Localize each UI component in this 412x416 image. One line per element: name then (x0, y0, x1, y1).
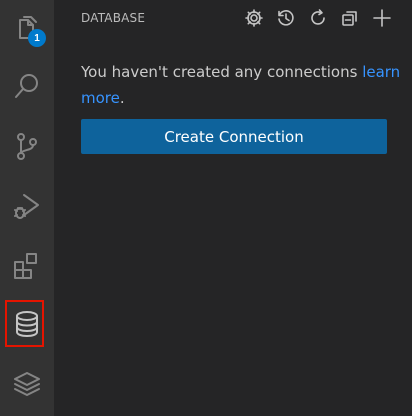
settings-button[interactable] (242, 6, 266, 30)
message-suffix: . (119, 89, 125, 107)
message-text: You haven't created any connections (81, 63, 363, 81)
source-control-icon (10, 129, 44, 163)
activity-run-debug[interactable] (0, 178, 54, 234)
activity-bar: 1 (0, 0, 54, 416)
activity-source-control[interactable] (0, 118, 54, 174)
add-connection-button[interactable] (370, 6, 394, 30)
run-debug-icon (10, 189, 44, 223)
database-icon (10, 307, 44, 341)
extensions-icon (10, 249, 44, 283)
sidebar-toolbar (242, 6, 394, 30)
refresh-icon (308, 8, 328, 28)
collapse-all-icon (340, 8, 360, 28)
database-sidebar: DATABASE You haven't created any connect… (54, 0, 412, 416)
activity-search[interactable] (0, 58, 54, 114)
activity-database[interactable] (0, 296, 54, 352)
refresh-button[interactable] (306, 6, 330, 30)
notification-badge: 1 (28, 29, 46, 47)
sidebar-title: DATABASE (81, 11, 146, 25)
add-icon (372, 8, 392, 28)
history-icon (276, 8, 296, 28)
create-connection-button[interactable]: Create Connection (81, 119, 387, 154)
collapse-all-button[interactable] (338, 6, 362, 30)
layers-icon (10, 367, 44, 401)
empty-state-message: You haven't created any connections lear… (81, 59, 401, 111)
activity-extensions[interactable] (0, 238, 54, 294)
settings-icon (244, 8, 264, 28)
activity-explorer[interactable]: 1 (0, 0, 54, 56)
activity-layers[interactable] (0, 356, 54, 412)
history-button[interactable] (274, 6, 298, 30)
search-icon (10, 69, 44, 103)
